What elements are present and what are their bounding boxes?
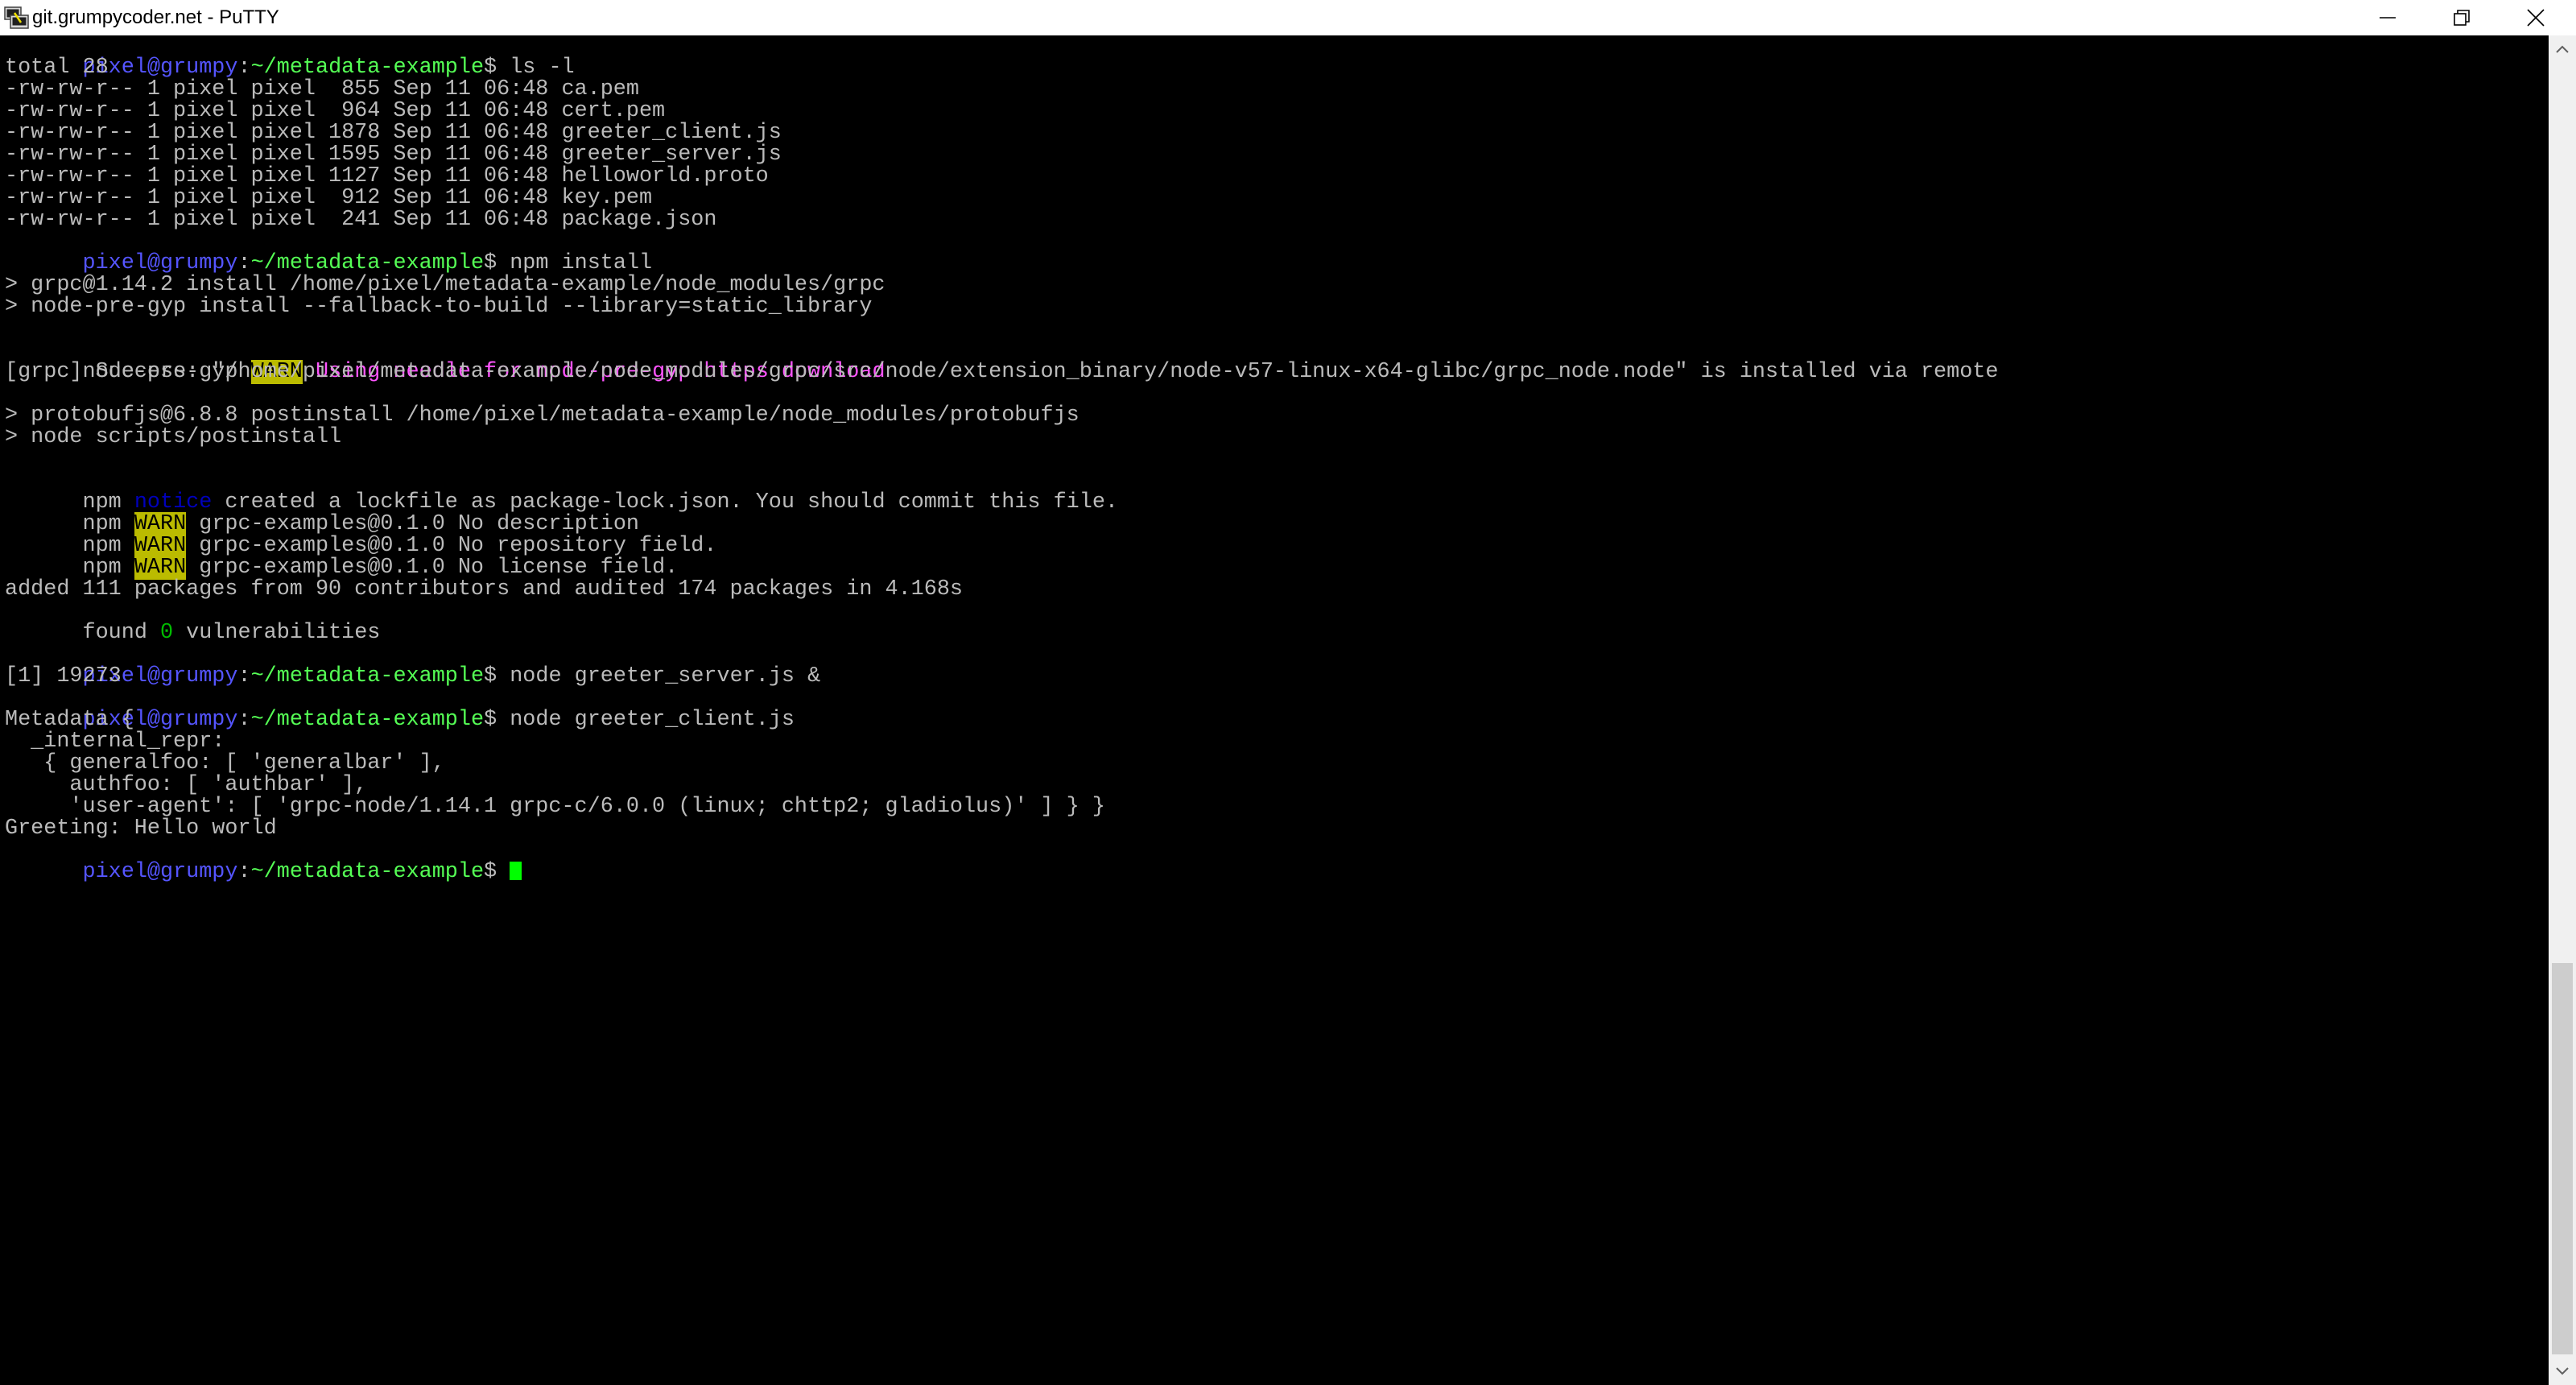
scrollbar-thumb[interactable] xyxy=(2552,963,2573,1354)
file-listing-line: -rw-rw-r-- 1 pixel pixel 964 Sep 11 06:4… xyxy=(5,99,666,123)
scroll-down-button[interactable] xyxy=(2549,1358,2576,1385)
close-icon xyxy=(2527,9,2545,27)
putty-window: git.grumpycoder.net - PuTTY pixel@grumpy… xyxy=(0,0,2576,1385)
restore-button[interactable] xyxy=(2425,0,2499,35)
command-text: ls -l xyxy=(510,56,575,80)
prompt-separator: : xyxy=(237,664,251,688)
prompt-user: pixel@grumpy xyxy=(82,860,238,884)
terminal-line: > node scripts/postinstall xyxy=(5,425,342,449)
vertical-scrollbar[interactable] xyxy=(2549,35,2576,1385)
prompt-separator: : xyxy=(237,251,251,275)
vulnerability-count: 0 xyxy=(160,621,174,645)
putty-icon xyxy=(4,6,29,29)
file-listing-line: -rw-rw-r-- 1 pixel pixel 1595 Sep 11 06:… xyxy=(5,143,782,167)
prompt-path: ~/metadata-example xyxy=(250,251,485,275)
terminal-screen[interactable]: pixel@grumpy:~/metadata-example$ ls -l t… xyxy=(0,35,2549,1385)
restore-icon xyxy=(2454,10,2470,26)
minimize-icon xyxy=(2380,17,2396,19)
command-text: node greeter_client.js xyxy=(510,708,795,732)
terminal-line: found 0 vulnerabilities xyxy=(5,601,381,644)
window-title: git.grumpycoder.net - PuTTY xyxy=(32,6,279,28)
terminal-line: pixel@grumpy:~/metadata-example$ npm ins… xyxy=(5,231,653,275)
terminal-line: > grpc@1.14.2 install /home/pixel/metada… xyxy=(5,273,886,297)
terminal-line: npm WARN grpc-examples@0.1.0 No license … xyxy=(5,535,678,580)
terminal-line: node-pre-gyp WARN Using needle for node-… xyxy=(5,340,886,384)
minimize-button[interactable] xyxy=(2351,0,2425,35)
prompt-symbol: $ xyxy=(484,56,510,80)
output-line: Greeting: Hello world xyxy=(5,817,277,841)
terminal-line: added 111 packages from 90 contributors … xyxy=(5,577,963,602)
terminal-line: pixel@grumpy:~/metadata-example$ node gr… xyxy=(5,644,821,688)
warn-badge: WARN xyxy=(134,556,187,580)
terminal-line: [grpc] Success: "/home/pixel/metadata-ex… xyxy=(5,360,1999,384)
terminal-line: > protobufjs@6.8.8 postinstall /home/pix… xyxy=(5,403,1080,428)
terminal-line: total 28 xyxy=(5,56,109,80)
terminal-line: > node-pre-gyp install --fallback-to-bui… xyxy=(5,295,873,319)
prompt-symbol: $ xyxy=(484,708,510,732)
chevron-up-icon xyxy=(2556,45,2569,53)
prompt-symbol: $ xyxy=(484,860,510,884)
output-line: Metadata { xyxy=(5,708,134,732)
prompt-symbol: $ xyxy=(484,664,510,688)
output-line: authfoo: [ 'authbar' ], xyxy=(5,773,368,797)
file-listing-line: -rw-rw-r-- 1 pixel pixel 1127 Sep 11 06:… xyxy=(5,164,769,188)
prompt-separator: : xyxy=(237,860,251,884)
prompt-separator: : xyxy=(237,708,251,732)
file-listing-line: -rw-rw-r-- 1 pixel pixel 241 Sep 11 06:4… xyxy=(5,208,717,232)
file-listing-line: -rw-rw-r-- 1 pixel pixel 855 Sep 11 06:4… xyxy=(5,77,639,101)
scroll-up-button[interactable] xyxy=(2549,35,2576,63)
terminal-line: [1] 19273 xyxy=(5,664,122,688)
prompt-path: ~/metadata-example xyxy=(250,56,485,80)
output-line: { generalfoo: [ 'generalbar' ], xyxy=(5,751,445,775)
found-prefix: found xyxy=(82,621,160,645)
title-bar[interactable]: git.grumpycoder.net - PuTTY xyxy=(0,0,2576,35)
prompt-user: pixel@grumpy xyxy=(82,251,238,275)
terminal-line: pixel@grumpy:~/metadata-example$ xyxy=(5,840,522,883)
chevron-down-icon xyxy=(2556,1367,2569,1375)
output-line: _internal_repr: xyxy=(5,730,225,754)
output-line: 'user-agent': [ 'grpc-node/1.14.1 grpc-c… xyxy=(5,795,1105,819)
terminal-line: npm WARN grpc-examples@0.1.0 No reposito… xyxy=(5,514,716,558)
command-text: npm install xyxy=(510,251,653,275)
prompt-path: ~/metadata-example xyxy=(250,664,485,688)
terminal-line: pixel@grumpy:~/metadata-example$ ls -l xyxy=(5,35,575,79)
found-suffix: vulnerabilities xyxy=(173,621,381,645)
file-listing-line: -rw-rw-r-- 1 pixel pixel 912 Sep 11 06:4… xyxy=(5,186,653,210)
command-text: node greeter_server.js & xyxy=(510,664,821,688)
warn-message: grpc-examples@0.1.0 No license field. xyxy=(186,556,679,580)
prompt-path: ~/metadata-example xyxy=(250,860,485,884)
close-button[interactable] xyxy=(2499,0,2573,35)
terminal-line: pixel@grumpy:~/metadata-example$ node gr… xyxy=(5,688,795,731)
prompt-path: ~/metadata-example xyxy=(250,708,485,732)
prompt-symbol: $ xyxy=(484,251,510,275)
npm-prefix: npm xyxy=(82,556,134,580)
text-cursor xyxy=(510,862,522,880)
terminal-line: npm notice created a lockfile as package… xyxy=(5,470,1118,514)
prompt-separator: : xyxy=(237,56,251,80)
terminal-line: npm WARN grpc-examples@0.1.0 No descript… xyxy=(5,492,639,536)
file-listing-line: -rw-rw-r-- 1 pixel pixel 1878 Sep 11 06:… xyxy=(5,121,782,145)
